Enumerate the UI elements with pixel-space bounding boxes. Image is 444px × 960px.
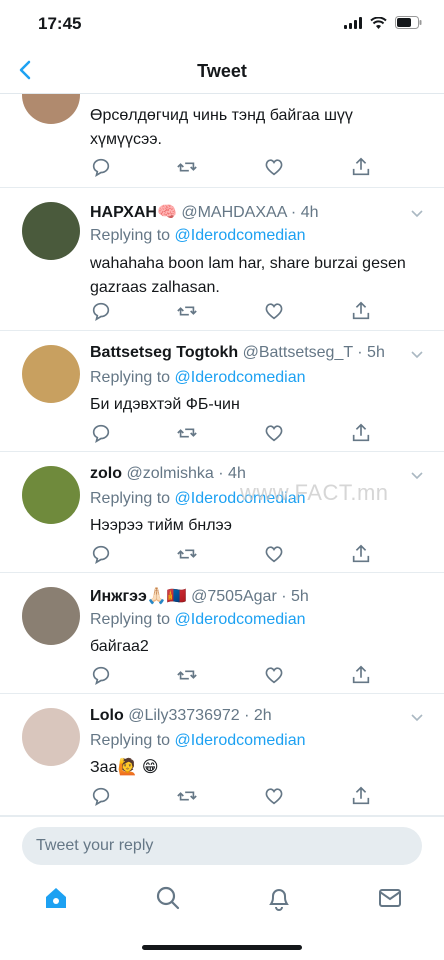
tweet-item[interactable]: Өрсөлдөгчид чинь тэнд байгаа шүү хүмүүсэ…: [0, 94, 444, 188]
tweet-header: НАРХАН🧠 @MAHDAXAA · 4h: [90, 202, 404, 222]
tweet-text: Өрсөлдөгчид чинь тэнд байгаа шүү хүмүүсэ…: [90, 107, 353, 148]
like-icon[interactable]: [263, 300, 285, 322]
tweet-actions: [90, 664, 380, 686]
status-bar: 17:45: [0, 0, 444, 48]
wifi-icon: [370, 16, 387, 29]
tweet-item[interactable]: НАРХАН🧠 @MAHDAXAA · 4h Replying to @Ider…: [0, 188, 444, 331]
replying-label: Replying to: [90, 227, 175, 244]
search-icon[interactable]: [154, 884, 182, 912]
cellular-signal-icon: [344, 16, 362, 29]
tweet-text: Би идэвхтэй ФБ-чин: [90, 396, 240, 413]
battery-icon: [395, 16, 422, 29]
avatar[interactable]: [22, 708, 80, 766]
user-name[interactable]: Battsetseg Togtokh: [90, 344, 238, 361]
like-icon[interactable]: [263, 664, 285, 686]
user-handle-time: @Battsetseg_T · 5h: [242, 344, 385, 361]
tweet-actions: [90, 156, 380, 178]
reply-icon[interactable]: [90, 300, 112, 322]
tab-bar: [0, 872, 444, 960]
tweet-header: Lolo @Lily33736972 · 2h: [90, 707, 404, 725]
page-title: Tweet: [197, 61, 247, 81]
reply-icon[interactable]: [90, 422, 112, 444]
user-name[interactable]: НАРХАН🧠: [90, 204, 177, 221]
avatar[interactable]: [22, 466, 80, 524]
status-time: 17:45: [38, 14, 82, 33]
reply-bar: [0, 816, 444, 872]
chevron-down-icon[interactable]: [410, 468, 424, 482]
tweet-text: wahahaha boon lam har, share burzai gese…: [90, 255, 406, 296]
retweet-icon[interactable]: [176, 300, 198, 322]
home-icon[interactable]: [42, 884, 70, 912]
tweet-item[interactable]: Lolo @Lily33736972 · 2h Replying to @Ide…: [0, 694, 444, 816]
replying-label: Replying to: [90, 611, 175, 628]
tweet-item[interactable]: zolo @zolmishka · 4h Replying to @Iderod…: [0, 452, 444, 573]
share-icon[interactable]: [350, 543, 372, 565]
mention-link[interactable]: @Iderodcomedian: [175, 227, 306, 244]
tweet-actions: [90, 785, 380, 807]
share-icon[interactable]: [350, 664, 372, 686]
tweet-actions: [90, 422, 380, 444]
reply-icon[interactable]: [90, 156, 112, 178]
user-handle-time: @7505Agar · 5h: [191, 588, 309, 605]
tweet-actions: [90, 543, 380, 565]
replying-to: Replying to @Iderodcomedian: [90, 611, 305, 629]
user-name[interactable]: Lolo: [90, 707, 124, 724]
replying-to: Replying to @Iderodcomedian: [90, 732, 305, 750]
chevron-down-icon[interactable]: [410, 206, 424, 220]
user-handle-time: @zolmishka · 4h: [126, 465, 246, 482]
retweet-icon[interactable]: [176, 422, 198, 444]
user-handle-time: @MAHDAXAA · 4h: [181, 204, 319, 221]
retweet-icon[interactable]: [176, 785, 198, 807]
nav-bar: Tweet: [0, 48, 444, 94]
tweet-header: Battsetseg Togtokh @Battsetseg_T · 5h: [90, 344, 404, 362]
mention-link[interactable]: @Iderodcomedian: [175, 732, 306, 749]
status-icons: [344, 16, 422, 29]
avatar[interactable]: [22, 345, 80, 403]
share-icon[interactable]: [350, 422, 372, 444]
retweet-icon[interactable]: [176, 664, 198, 686]
user-name[interactable]: Инжгээ🙏🏻🇲🇳: [90, 588, 187, 605]
replying-label: Replying to: [90, 369, 175, 386]
share-icon[interactable]: [350, 156, 372, 178]
replying-label: Replying to: [90, 490, 175, 507]
share-icon[interactable]: [350, 300, 372, 322]
tweet-feed[interactable]: Өрсөлдөгчид чинь тэнд байгаа шүү хүмүүсэ…: [0, 94, 444, 816]
replying-to: Replying to @Iderodcomedian: [90, 227, 305, 245]
chevron-down-icon[interactable]: [410, 347, 424, 361]
messages-envelope-icon[interactable]: [376, 884, 404, 912]
replying-label: Replying to: [90, 732, 175, 749]
like-icon[interactable]: [263, 156, 285, 178]
avatar[interactable]: [22, 94, 80, 124]
like-icon[interactable]: [263, 785, 285, 807]
tweet-actions: [90, 300, 380, 322]
reply-icon[interactable]: [90, 543, 112, 565]
avatar[interactable]: [22, 587, 80, 645]
tweet-text: Заа🙋 😁: [90, 759, 159, 776]
mention-link[interactable]: @Iderodcomedian: [175, 369, 306, 386]
chevron-down-icon[interactable]: [410, 710, 424, 724]
home-indicator[interactable]: [142, 945, 302, 950]
tweet-text: Нээрээ тийм бнлээ: [90, 517, 232, 534]
share-icon[interactable]: [350, 785, 372, 807]
tweet-header: Инжгээ🙏🏻🇲🇳 @7505Agar · 5h: [90, 586, 404, 606]
notifications-bell-icon[interactable]: [265, 884, 293, 912]
tweet-item[interactable]: Инжгээ🙏🏻🇲🇳 @7505Agar · 5h Replying to @I…: [0, 573, 444, 694]
like-icon[interactable]: [263, 422, 285, 444]
retweet-icon[interactable]: [176, 156, 198, 178]
like-icon[interactable]: [263, 543, 285, 565]
replying-to: Replying to @Iderodcomedian: [90, 369, 305, 387]
user-handle-time: @Lily33736972 · 2h: [128, 707, 272, 724]
retweet-icon[interactable]: [176, 543, 198, 565]
user-name[interactable]: zolo: [90, 465, 122, 482]
reply-icon[interactable]: [90, 785, 112, 807]
reply-icon[interactable]: [90, 664, 112, 686]
tweet-item[interactable]: Battsetseg Togtokh @Battsetseg_T · 5h Re…: [0, 331, 444, 452]
tweet-reply-input[interactable]: [22, 827, 422, 865]
avatar[interactable]: [22, 202, 80, 260]
mention-link[interactable]: @Iderodcomedian: [175, 611, 306, 628]
tweet-text: байгаа2: [90, 638, 149, 655]
watermark: www.FACT.mn: [240, 480, 389, 505]
